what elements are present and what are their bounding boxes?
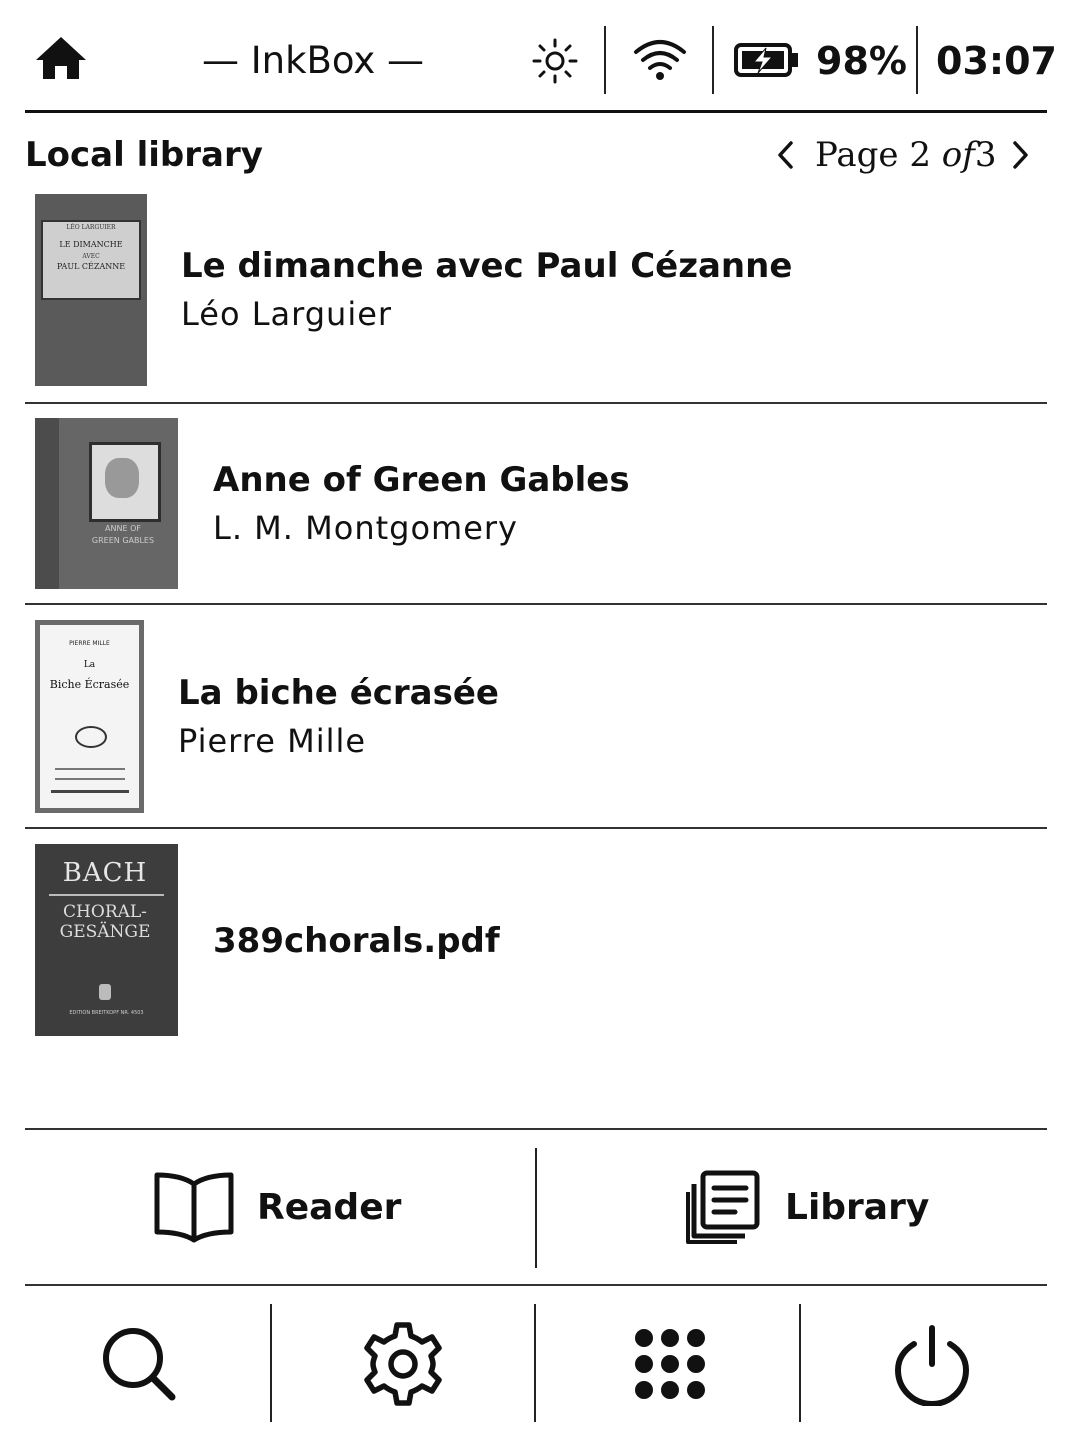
next-page-button[interactable] <box>1004 130 1036 180</box>
page-current: 2 <box>909 135 931 175</box>
home-icon <box>36 37 86 79</box>
book-list-item[interactable]: LÉO LARGUIER LE DIMANCHE AVEC PAUL CÉZAN… <box>25 190 1047 400</box>
power-icon <box>894 1325 970 1406</box>
wifi-button[interactable] <box>632 38 688 82</box>
book-author: Léo Larguier <box>181 295 393 333</box>
mode-bar-rule <box>25 1128 1047 1130</box>
status-bar: — InkBox — 98% 03:07 <box>0 0 1072 112</box>
chevron-right-icon <box>1013 141 1028 169</box>
book-title: 389chorals.pdf <box>213 921 500 961</box>
prev-page-button[interactable] <box>770 130 802 180</box>
book-cover: BACH CHORAL- GESÄNGE EDITION BREITKOPF N… <box>35 844 178 1036</box>
page-indicator: Page 2 of3 <box>815 130 996 180</box>
brightness-icon <box>532 38 578 84</box>
book-title: Le dimanche avec Paul Cézanne <box>181 246 793 286</box>
open-book-icon <box>154 1172 234 1243</box>
reader-button[interactable]: Reader <box>25 1132 535 1282</box>
battery-charging-icon <box>734 43 798 77</box>
chevron-left-icon <box>778 141 793 169</box>
status-divider <box>712 26 714 94</box>
gear-icon <box>364 1322 442 1406</box>
reader-label: Reader <box>257 1187 402 1228</box>
book-list-item[interactable]: ANNE OF GREEN GABLES Anne of Green Gable… <box>25 404 1047 602</box>
home-button[interactable] <box>34 34 88 82</box>
page-of: of <box>941 135 975 175</box>
page-prefix: Page <box>815 135 899 175</box>
battery-percent: 98% <box>816 39 907 83</box>
book-list-item[interactable]: PIERRE MILLE La Biche Écrasée La biche é… <box>25 605 1047 825</box>
settings-button[interactable] <box>272 1290 534 1440</box>
library-button[interactable]: Library <box>537 1132 1047 1282</box>
search-icon <box>103 1328 176 1401</box>
wifi-icon <box>634 40 686 80</box>
book-title: Anne of Green Gables <box>213 460 630 500</box>
clock: 03:07 <box>936 39 1057 83</box>
book-list-item[interactable]: BACH CHORAL- GESÄNGE EDITION BREITKOPF N… <box>25 829 1047 1049</box>
book-cover: LÉO LARGUIER LE DIMANCHE AVEC PAUL CÉZAN… <box>35 194 147 386</box>
power-button[interactable] <box>801 1290 1047 1440</box>
brightness-button[interactable] <box>530 36 580 86</box>
battery-indicator <box>734 42 800 78</box>
book-title: La biche écrasée <box>178 673 499 713</box>
app-title: — InkBox — <box>201 39 425 82</box>
library-label: Library <box>785 1187 930 1228</box>
book-cover: ANNE OF GREEN GABLES <box>35 418 178 589</box>
library-icon <box>686 1170 760 1244</box>
status-divider <box>916 26 918 94</box>
header-rule <box>25 110 1047 113</box>
book-cover: PIERRE MILLE La Biche Écrasée <box>35 620 144 813</box>
tool-bar-rule <box>25 1284 1047 1286</box>
book-author: Pierre Mille <box>178 722 367 760</box>
page-title: Local library <box>25 135 263 175</box>
apps-button[interactable] <box>536 1290 798 1440</box>
page-total: 3 <box>974 135 997 175</box>
search-button[interactable] <box>25 1290 270 1440</box>
status-divider <box>604 26 606 94</box>
apps-grid-icon <box>635 1329 705 1399</box>
book-author: L. M. Montgomery <box>213 509 518 547</box>
